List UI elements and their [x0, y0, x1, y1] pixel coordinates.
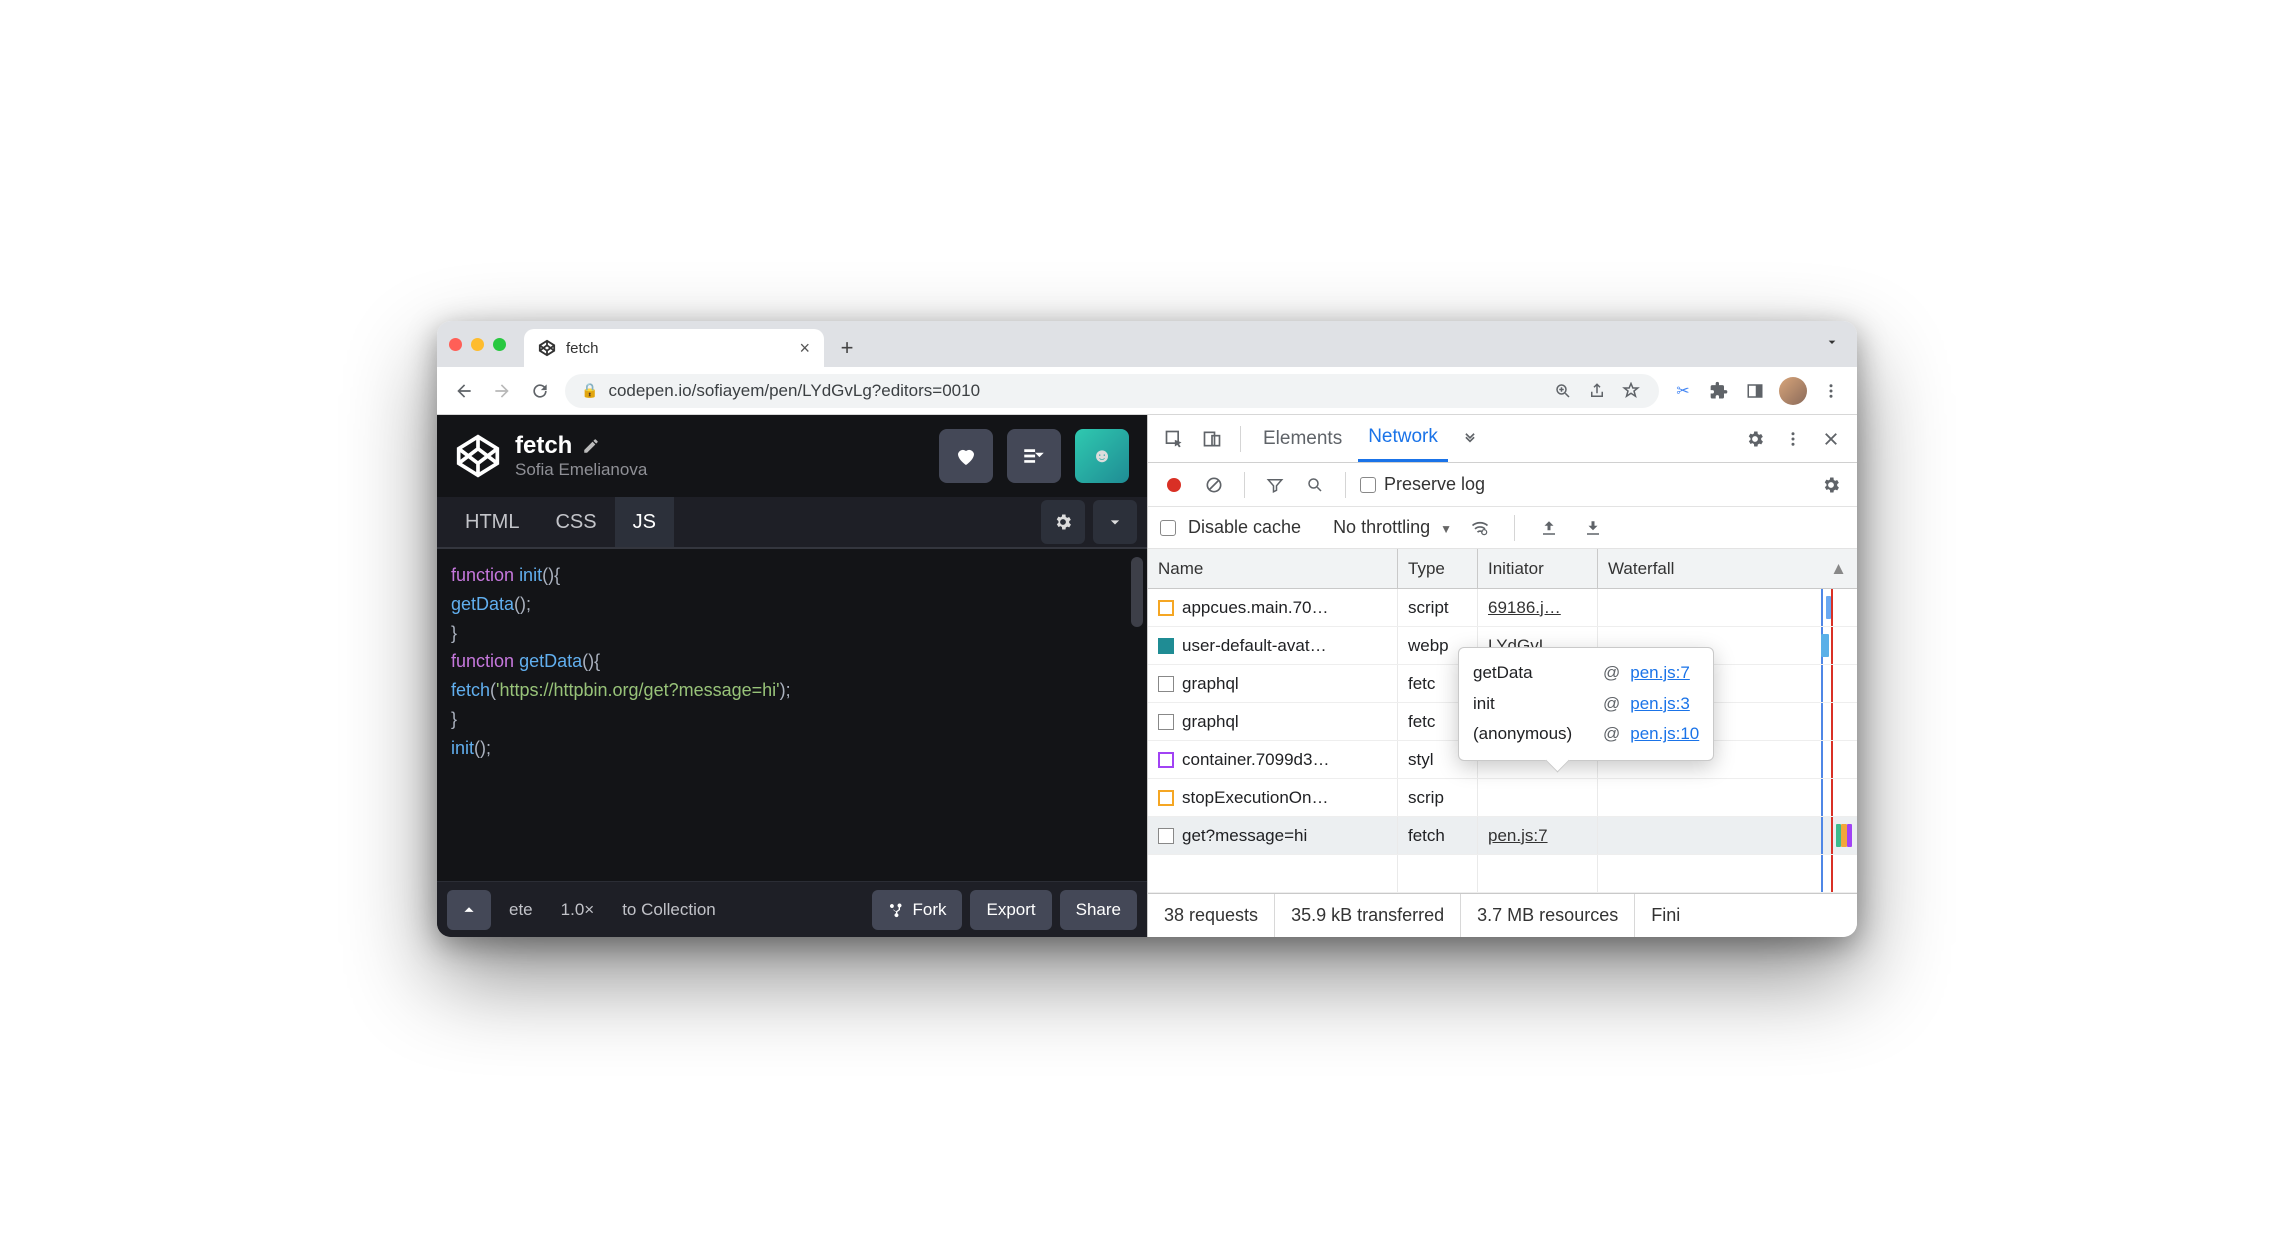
editor-scrollbar[interactable]	[1131, 557, 1143, 627]
tab-html[interactable]: HTML	[447, 497, 537, 547]
col-waterfall[interactable]: Waterfall▲	[1598, 549, 1857, 588]
network-options: Disable cache No throttling ▼	[1148, 507, 1857, 549]
menu-icon[interactable]	[1819, 379, 1843, 403]
tabs-dropdown-icon[interactable]	[1819, 329, 1845, 355]
fork-button[interactable]: Fork	[872, 890, 962, 930]
network-table-header: Name Type Initiator Waterfall▲	[1148, 549, 1857, 589]
address-bar[interactable]: 🔒 codepen.io/sofiayem/pen/LYdGvLg?editor…	[565, 374, 1659, 408]
export-button[interactable]: Export	[970, 890, 1051, 930]
profile-avatar[interactable]	[1779, 377, 1807, 405]
network-table-body: appcues.main.70…script69186.j…user-defau…	[1148, 589, 1857, 893]
close-window[interactable]	[449, 338, 462, 351]
view-toggle-button[interactable]	[1007, 429, 1061, 483]
user-avatar[interactable]: ☻	[1075, 429, 1129, 483]
disable-cache-checkbox[interactable]	[1160, 520, 1176, 536]
filter-icon[interactable]	[1259, 469, 1291, 501]
network-settings-icon[interactable]	[1815, 469, 1847, 501]
throttling-select[interactable]: No throttling ▼	[1333, 517, 1452, 538]
devtools-panel: Elements Network Preserve log	[1147, 415, 1857, 937]
more-tabs-icon[interactable]	[1454, 423, 1486, 455]
codepen-icon	[538, 339, 556, 357]
tab-network[interactable]: Network	[1358, 415, 1448, 462]
minimize-window[interactable]	[471, 338, 484, 351]
devtools-settings-icon[interactable]	[1739, 423, 1771, 455]
initiator-tooltip: getData@pen.js:7init@pen.js:3(anonymous)…	[1458, 647, 1714, 761]
col-type[interactable]: Type	[1398, 549, 1478, 588]
pen-title: fetch	[515, 432, 572, 460]
tab-title: fetch	[566, 340, 599, 357]
devtools-menu-icon[interactable]	[1777, 423, 1809, 455]
content-split: fetch Sofia Emelianova ☻ HTML CSS JS fun…	[437, 415, 1857, 937]
forward-button[interactable]	[489, 378, 515, 404]
network-conditions-icon[interactable]	[1464, 512, 1496, 544]
upload-har-icon[interactable]	[1533, 512, 1565, 544]
network-row[interactable]: appcues.main.70…script69186.j…	[1148, 589, 1857, 627]
browser-toolbar: 🔒 codepen.io/sofiayem/pen/LYdGvLg?editor…	[437, 367, 1857, 415]
network-status-bar: 38 requests 35.9 kB transferred 3.7 MB r…	[1148, 893, 1857, 937]
tab-elements[interactable]: Elements	[1253, 415, 1352, 462]
devtools-close-icon[interactable]	[1815, 423, 1847, 455]
back-button[interactable]	[451, 378, 477, 404]
network-row[interactable]: stopExecutionOn…scrip	[1148, 779, 1857, 817]
clear-button[interactable]	[1198, 469, 1230, 501]
editor-tabs: HTML CSS JS	[437, 497, 1147, 549]
window-controls	[449, 338, 506, 351]
codepen-footer: ete 1.0× to Collection Fork Export Share	[437, 881, 1147, 937]
close-tab-icon[interactable]: ×	[799, 338, 810, 359]
col-name[interactable]: Name	[1148, 549, 1398, 588]
delete-fragment[interactable]: ete	[499, 890, 543, 930]
browser-window: fetch × + 🔒 codepen.io/sofiayem/pen/LYdG…	[437, 321, 1857, 937]
editor-settings-icon[interactable]	[1041, 500, 1085, 544]
tab-css[interactable]: CSS	[537, 497, 614, 547]
browser-tab[interactable]: fetch ×	[524, 329, 824, 367]
codepen-panel: fetch Sofia Emelianova ☻ HTML CSS JS fun…	[437, 415, 1147, 937]
devtools-tabs: Elements Network	[1148, 415, 1857, 463]
network-row[interactable]: get?message=hifetchpen.js:7	[1148, 817, 1857, 855]
share-icon[interactable]	[1585, 379, 1609, 403]
record-button[interactable]	[1158, 469, 1190, 501]
bookmark-icon[interactable]	[1619, 379, 1643, 403]
status-requests: 38 requests	[1148, 894, 1275, 937]
codepen-header: fetch Sofia Emelianova ☻	[437, 415, 1147, 497]
download-har-icon[interactable]	[1577, 512, 1609, 544]
search-icon[interactable]	[1299, 469, 1331, 501]
codepen-logo-icon	[455, 433, 501, 479]
editor-collapse-icon[interactable]	[1093, 500, 1137, 544]
tab-js[interactable]: JS	[615, 497, 674, 547]
new-tab-button[interactable]: +	[832, 333, 862, 363]
zoom-icon[interactable]	[1551, 379, 1575, 403]
preserve-log-checkbox[interactable]	[1360, 477, 1376, 493]
zoom-level[interactable]: 1.0×	[551, 890, 605, 930]
inspect-icon[interactable]	[1158, 423, 1190, 455]
scissors-icon[interactable]: ✂	[1671, 379, 1695, 403]
console-toggle-button[interactable]	[447, 890, 491, 930]
reload-button[interactable]	[527, 378, 553, 404]
preserve-log-label: Preserve log	[1384, 474, 1485, 495]
sidepanel-icon[interactable]	[1743, 379, 1767, 403]
edit-icon[interactable]	[582, 437, 600, 455]
network-toolbar: Preserve log	[1148, 463, 1857, 507]
maximize-window[interactable]	[493, 338, 506, 351]
lock-icon: 🔒	[581, 382, 598, 399]
tab-strip: fetch × +	[437, 321, 1857, 367]
col-initiator[interactable]: Initiator	[1478, 549, 1598, 588]
status-resources: 3.7 MB resources	[1461, 894, 1635, 937]
heart-button[interactable]	[939, 429, 993, 483]
status-finish: Fini	[1635, 894, 1696, 937]
status-transferred: 35.9 kB transferred	[1275, 894, 1461, 937]
url-text: codepen.io/sofiayem/pen/LYdGvLg?editors=…	[608, 381, 980, 401]
disable-cache-label: Disable cache	[1188, 517, 1301, 538]
to-collection-button[interactable]: to Collection	[612, 890, 726, 930]
code-editor[interactable]: function init(){ getData();}function get…	[437, 549, 1147, 881]
pen-author: Sofia Emelianova	[515, 460, 925, 480]
extensions-icon[interactable]	[1707, 379, 1731, 403]
share-button[interactable]: Share	[1060, 890, 1137, 930]
device-toggle-icon[interactable]	[1196, 423, 1228, 455]
